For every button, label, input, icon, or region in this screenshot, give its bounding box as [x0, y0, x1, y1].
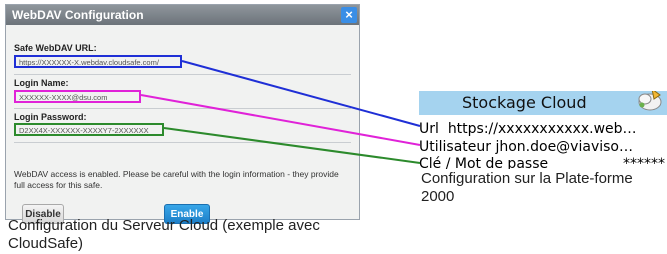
login-label: Login Name: [14, 78, 69, 88]
row-value: ****** [623, 156, 665, 169]
login-field[interactable]: XXXXXX-XXXX@dsu.com [14, 90, 141, 103]
panel-row-user[interactable]: Utilisateur jhon.doe@viaviso… [419, 138, 667, 156]
row-label: Clé / Mot de passe [419, 156, 549, 169]
password-label: Login Password: [14, 112, 87, 122]
divider [14, 142, 351, 143]
panel-title: Stockage Cloud [462, 93, 587, 112]
row-label: Url [419, 121, 439, 137]
caption-cloud-server: Configuration du Serveur Cloud (exemple … [8, 217, 320, 252]
warning-text: WebDAV access is enabled. Please be care… [14, 169, 339, 190]
divider [14, 108, 351, 109]
url-label: Safe WebDAV URL: [14, 43, 97, 53]
panel-header: Stockage Cloud [419, 91, 667, 115]
close-button[interactable]: × [341, 7, 357, 23]
caption-platform: Configuration sur la Plate-forme 2000 [421, 170, 633, 205]
dialog-title-bar: WebDAV Configuration × [6, 5, 359, 25]
panel-row-url[interactable]: Url https://xxxxxxxxxxx.web… [419, 120, 667, 138]
dialog-title: WebDAV Configuration [12, 8, 144, 22]
url-field[interactable]: https://XXXXXX-X.webdav.cloudsafe.com/ [14, 55, 182, 68]
password-field[interactable]: D2XX4X-XXXXXX-XXXXY7-2XXXXXX [14, 123, 164, 136]
row-label: Utilisateur [419, 139, 492, 155]
webdav-dialog: WebDAV Configuration × Safe WebDAV URL: … [5, 4, 360, 224]
panel-row-password[interactable]: Clé / Mot de passe ****** [419, 155, 667, 169]
row-value: jhon.doe@viaviso… [495, 139, 633, 155]
divider [14, 74, 351, 75]
row-value: https://xxxxxxxxxxx.web… [447, 121, 637, 137]
cloud-storage-icon [638, 91, 662, 111]
stockage-cloud-panel: Stockage Cloud Url https://xxxxxxxxxxx.w… [419, 91, 667, 169]
